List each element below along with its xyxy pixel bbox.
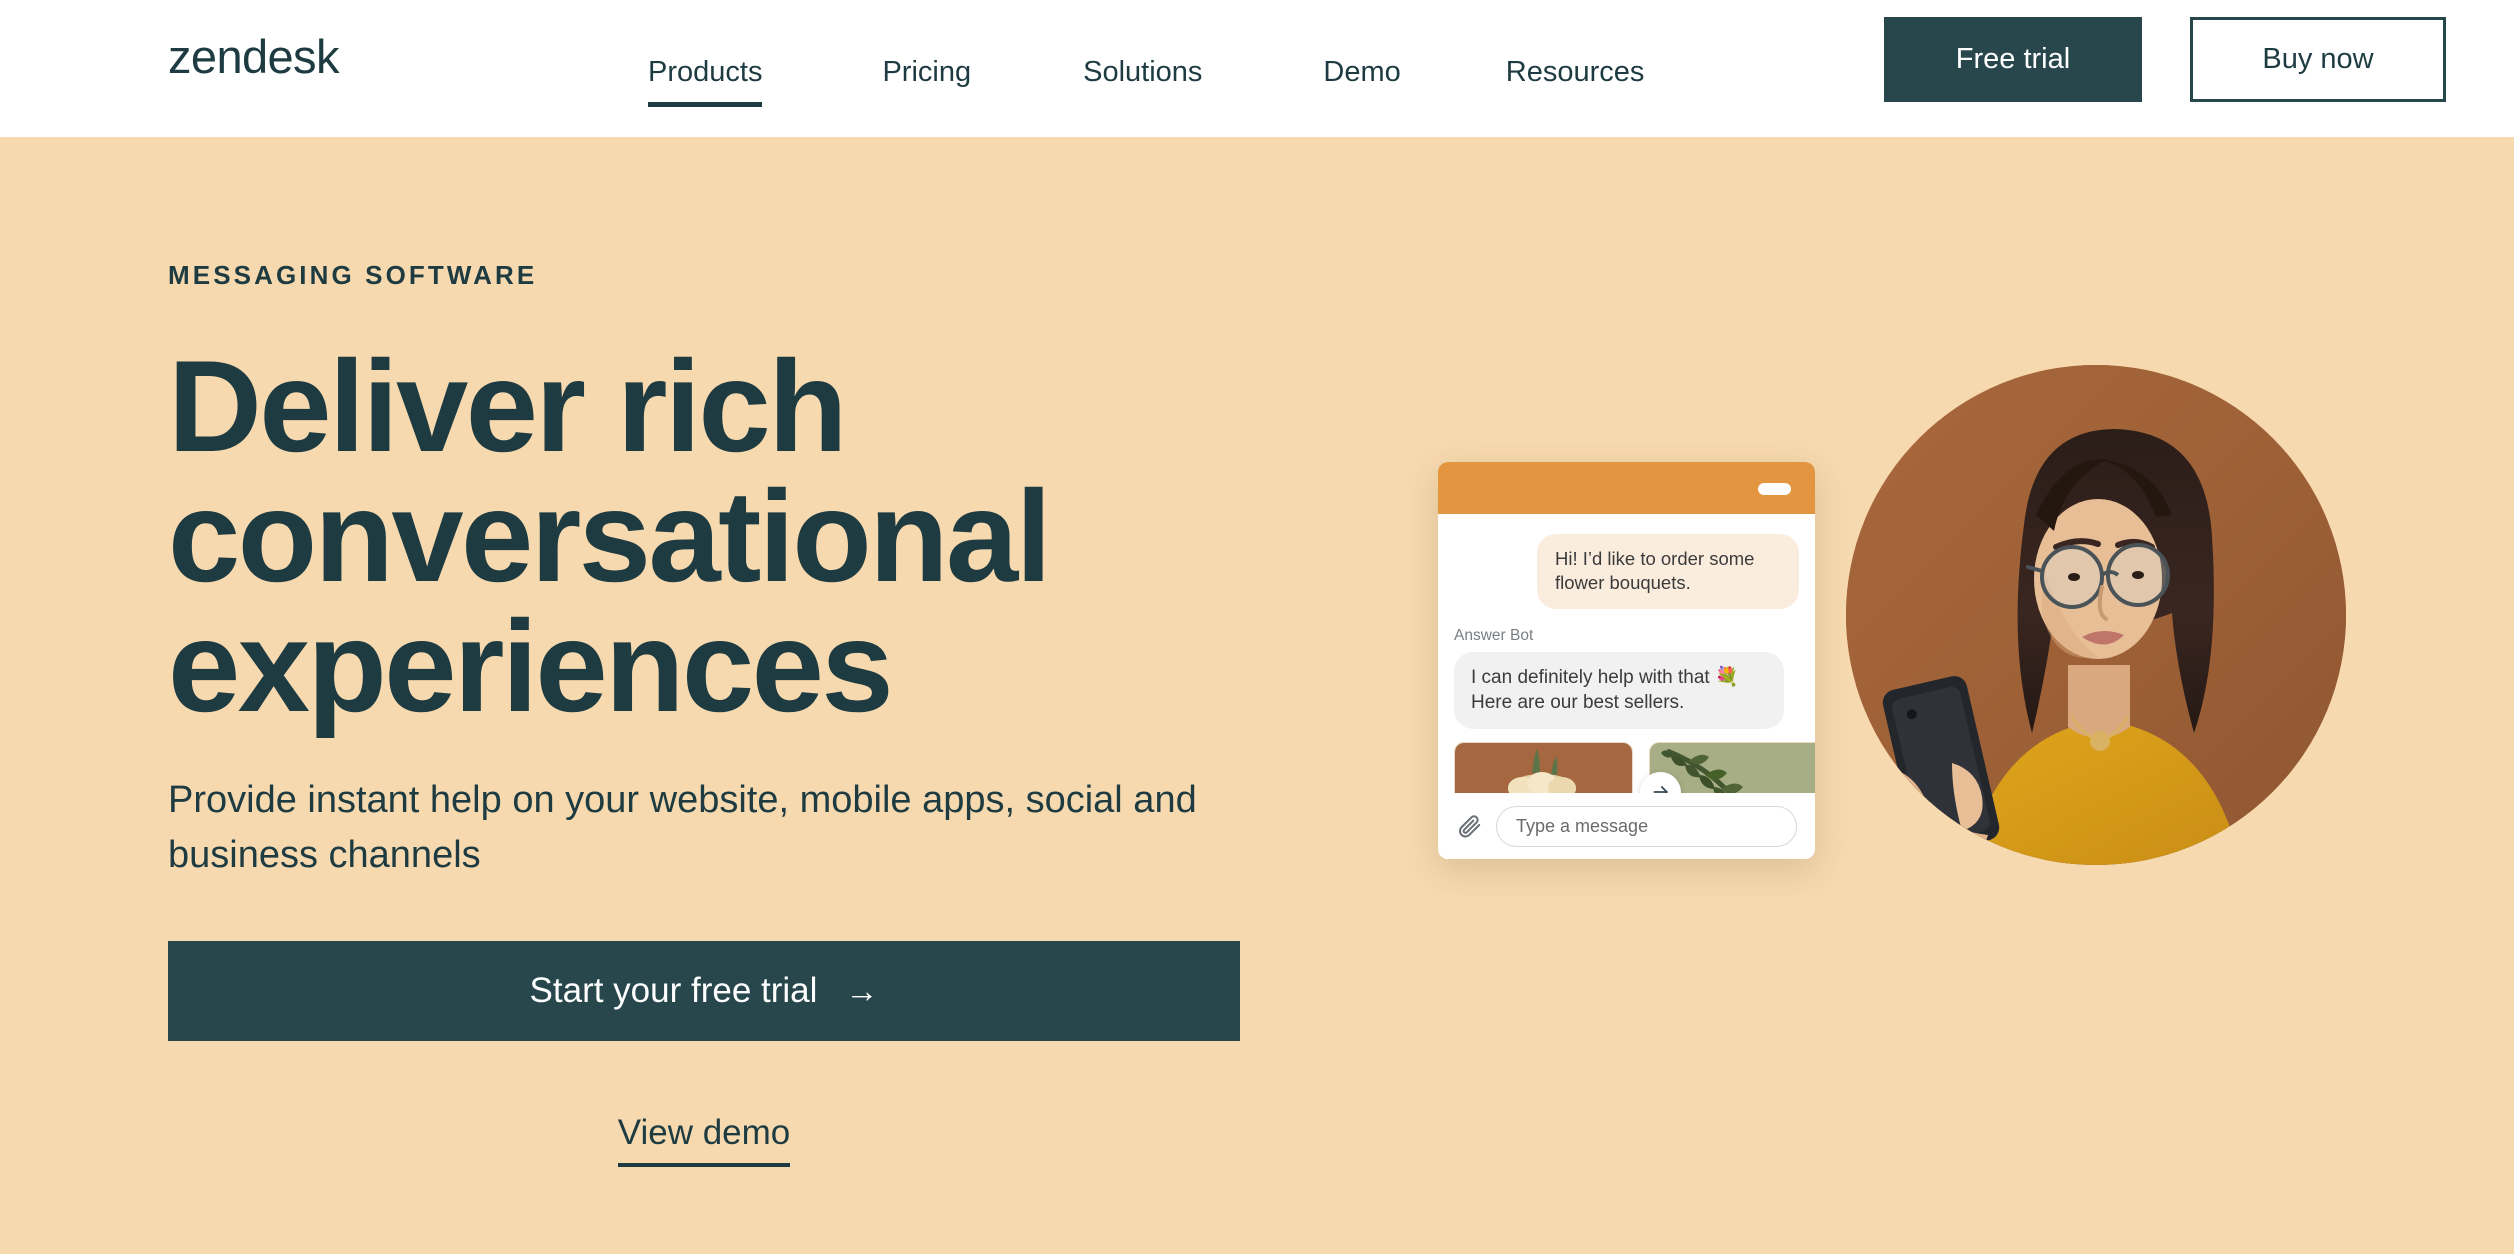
chat-message-user: Hi! I’d like to order some flower bouque… bbox=[1537, 534, 1799, 609]
view-demo-link[interactable]: View demo bbox=[617, 1113, 791, 1168]
paperclip-icon[interactable] bbox=[1456, 813, 1482, 839]
nav-item-demo-label: Demo bbox=[1323, 56, 1401, 88]
hero-content-column: MESSAGING SOFTWARE Deliver rich conversa… bbox=[168, 260, 1318, 1168]
zendesk-logo[interactable]: zendesk bbox=[168, 33, 339, 80]
chat-widget-header bbox=[1438, 462, 1815, 514]
nav-item-products-label: Products bbox=[648, 56, 763, 88]
minimize-icon[interactable] bbox=[1758, 483, 1791, 495]
chat-widget-message-list: Hi! I’d like to order some flower bouque… bbox=[1438, 514, 1815, 793]
nav-item-pricing-label: Pricing bbox=[882, 56, 972, 88]
hero-title-line-2: conversational bbox=[168, 463, 1052, 609]
nav-item-demo[interactable]: Demo bbox=[1323, 0, 1400, 137]
chat-widget-composer bbox=[1438, 793, 1815, 859]
zendesk-messaging-landing-page: zendesk Products Pricing Solutions Demo … bbox=[0, 0, 2514, 1254]
nav-action-buttons: Free trial Buy now bbox=[1884, 17, 2446, 102]
hero-section: MESSAGING SOFTWARE Deliver rich conversa… bbox=[0, 137, 2514, 1254]
primary-nav-links: Products Pricing Solutions Demo Resource… bbox=[648, 0, 1644, 137]
hero-title-line-1: Deliver rich bbox=[168, 333, 848, 479]
product-card[interactable]: Add to cart bbox=[1454, 741, 1633, 793]
nav-item-pricing[interactable]: Pricing bbox=[882, 0, 971, 137]
nav-item-resources[interactable]: Resources bbox=[1506, 0, 1645, 137]
buy-now-button[interactable]: Buy now bbox=[2190, 17, 2446, 102]
hero-eyebrow: MESSAGING SOFTWARE bbox=[168, 260, 538, 290]
hero-visual-column: Hi! I’d like to order some flower bouque… bbox=[1400, 137, 2514, 1254]
arrow-right-icon bbox=[1652, 786, 1668, 793]
product-image-flower-bouquet bbox=[1455, 742, 1632, 793]
product-carousel: Add to cart bbox=[1454, 741, 1815, 793]
hero-title-line-3: experiences bbox=[168, 593, 894, 739]
start-free-trial-label: Start your free trial bbox=[529, 971, 818, 1011]
hero-photo-illustration bbox=[1846, 365, 2346, 865]
chat-message-user-row: Hi! I’d like to order some flower bouque… bbox=[1454, 534, 1799, 609]
chat-widget-mockup: Hi! I’d like to order some flower bouque… bbox=[1438, 462, 1815, 859]
page-title: Deliver rich conversational experiences bbox=[168, 341, 1318, 731]
nav-item-solutions-label: Solutions bbox=[1083, 56, 1203, 88]
nav-active-underline bbox=[648, 102, 763, 107]
paperclip-glyph bbox=[1459, 815, 1481, 838]
nav-item-resources-label: Resources bbox=[1505, 56, 1645, 88]
arrow-right-icon: → bbox=[845, 972, 879, 1010]
chat-message-bot: I can definitely help with that 💐 Here a… bbox=[1454, 651, 1784, 729]
top-navigation-bar: zendesk Products Pricing Solutions Demo … bbox=[0, 0, 2514, 137]
chat-bot-name-label: Answer Bot bbox=[1454, 626, 1534, 644]
free-trial-button[interactable]: Free trial bbox=[1884, 17, 2142, 102]
nav-item-solutions[interactable]: Solutions bbox=[1083, 0, 1202, 137]
hero-photo-woman-with-phone bbox=[1846, 365, 2346, 865]
start-free-trial-button[interactable]: Start your free trial → bbox=[168, 941, 1240, 1042]
nav-item-products[interactable]: Products bbox=[648, 0, 763, 137]
view-demo-wrapper: View demo bbox=[168, 1113, 1240, 1168]
hero-subtitle: Provide instant help on your website, mo… bbox=[168, 779, 1197, 877]
message-input[interactable] bbox=[1496, 805, 1797, 847]
product-image-illustration bbox=[1455, 742, 1632, 793]
